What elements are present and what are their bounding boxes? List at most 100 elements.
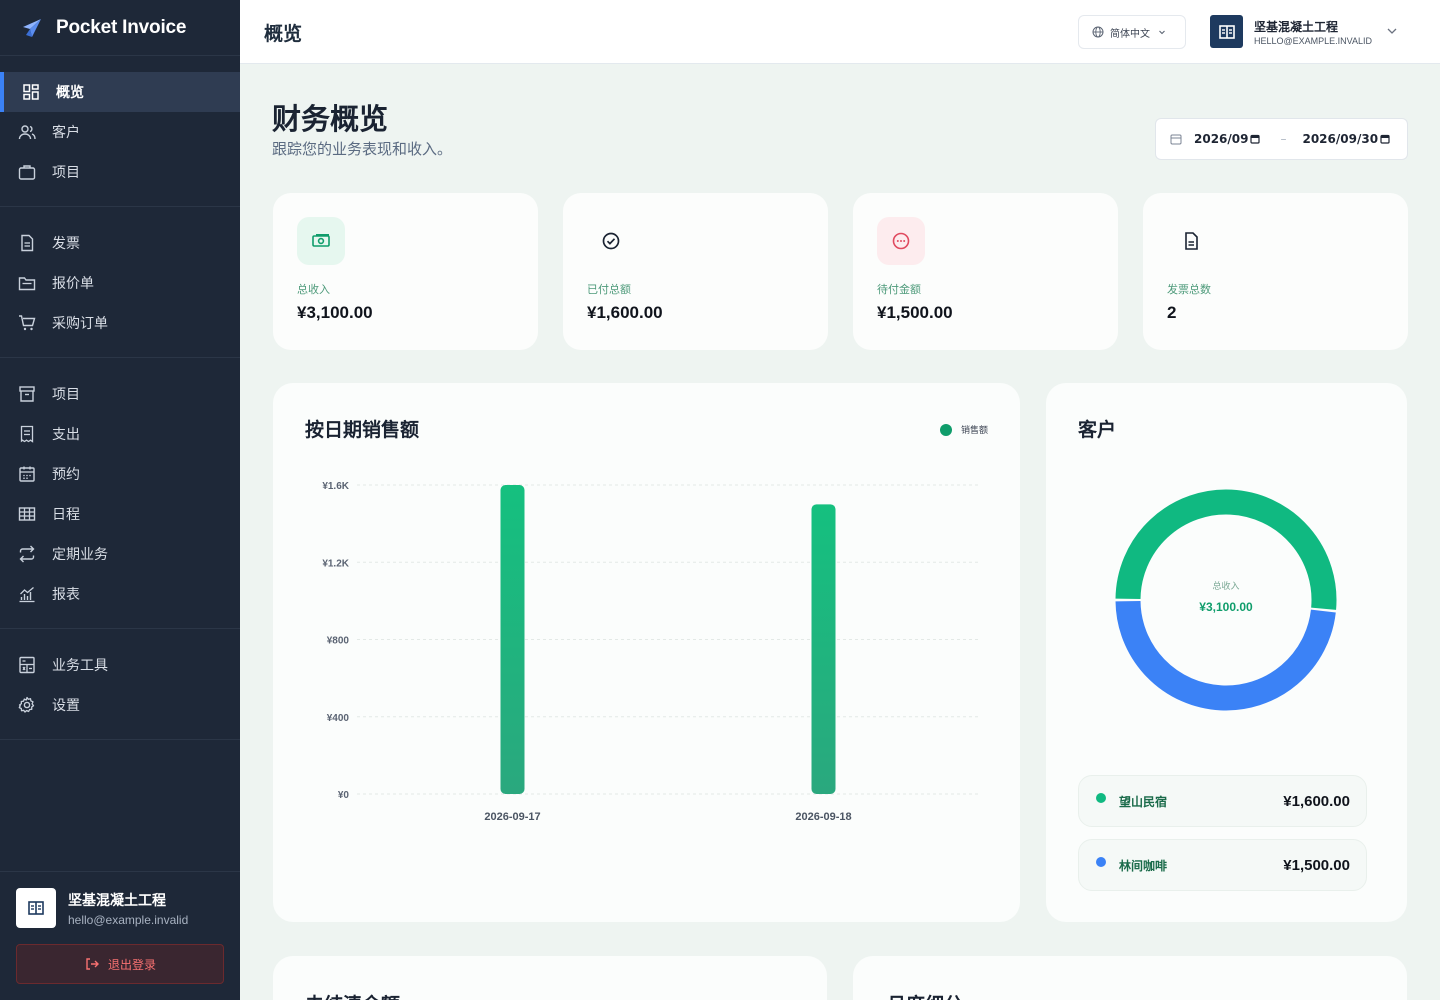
app-name: Pocket Invoice — [56, 16, 187, 38]
sidebar-item[interactable]: 预约 — [0, 454, 240, 494]
chart-icon — [18, 585, 36, 603]
nav-group: 概览客户 项目 — [0, 56, 240, 207]
archive-icon — [18, 385, 36, 403]
nav-group: 业务工具 设置 — [0, 629, 240, 740]
logout-button[interactable]: 退出登录 — [16, 944, 224, 984]
page-header-title: 概览 — [264, 23, 303, 45]
date-range-picker[interactable]: 2026/09 – 2026/09/30 — [1155, 118, 1408, 160]
sidebar-item-label: 项目 — [52, 387, 80, 403]
date-to-input[interactable]: 2026/09/30 — [1302, 132, 1378, 146]
sidebar-user-name: 坚基混凝土工程 — [68, 892, 166, 909]
sidebar-item[interactable]: 报价单 — [0, 263, 240, 303]
repeat-icon — [18, 545, 36, 563]
account-menu[interactable]: 坚基混凝土工程 HELLO@EXAMPLE.INVALID — [1210, 15, 1397, 48]
sidebar-item[interactable]: 日程 — [0, 494, 240, 534]
globe-icon — [1092, 26, 1104, 38]
sidebar-item[interactable]: 概览 — [0, 72, 240, 112]
stat-value: ¥1,600.00 — [587, 303, 663, 322]
check-circle-icon — [587, 217, 635, 265]
y-tick-label: ¥400 — [327, 713, 350, 724]
stat-value: ¥1,500.00 — [877, 303, 953, 322]
outstanding-balance-title: 未结清余额 — [305, 990, 400, 1000]
account-name: 坚基混凝土工程 — [1254, 19, 1339, 34]
customer-color-dot — [1096, 793, 1106, 803]
monthly-breakdown-title: 月度细分 — [887, 990, 963, 1000]
sidebar-item-label: 报价单 — [52, 276, 94, 292]
table-icon — [18, 505, 36, 523]
page-subtitle: 跟踪您的业务表现和收入。 — [272, 140, 453, 158]
calendar-icon[interactable] — [1380, 134, 1390, 144]
customer-amount: ¥1,600.00 — [1283, 792, 1350, 810]
donut-slice[interactable] — [1115, 489, 1337, 610]
customer-row[interactable]: 望山民宿 ¥1,600.00 — [1078, 775, 1367, 827]
stat-card: 总收入 ¥3,100.00 — [273, 193, 538, 350]
cash-icon — [297, 217, 345, 265]
building-icon — [1218, 24, 1235, 39]
paper-plane-icon — [23, 18, 41, 37]
nav-group: 项目支出预约日程定期业务报表 — [0, 358, 240, 629]
customer-name: 林间咖啡 — [1119, 858, 1168, 873]
sidebar-item[interactable]: 业务工具 — [0, 645, 240, 685]
receipt-icon — [18, 425, 36, 443]
sidebar-item-label: 日程 — [52, 507, 80, 523]
sidebar-item-label: 定期业务 — [52, 547, 108, 563]
y-tick-label: ¥800 — [327, 636, 350, 647]
sidebar-nav: 概览 客户 项目 发票 报价单 采购订单 项目 支出 预约 日程 定期业务 报表 业务工具 设置 — [0, 56, 240, 740]
sidebar-item-label: 发票 — [52, 236, 80, 252]
stat-card: 发票总数 2 — [1143, 193, 1408, 350]
stat-label: 总收入 — [297, 283, 330, 296]
donut-slice[interactable] — [1115, 600, 1336, 711]
sidebar-item-label: 支出 — [52, 427, 80, 443]
briefcase-icon — [18, 163, 36, 181]
language-label: 简体中文 — [1110, 28, 1150, 40]
outstanding-balance-panel: 未结清余额 — [273, 956, 827, 1000]
stat-value: ¥3,100.00 — [297, 303, 373, 322]
users-icon — [18, 123, 36, 141]
sidebar-item[interactable]: 项目 — [0, 374, 240, 414]
customer-name: 望山民宿 — [1119, 794, 1168, 809]
sidebar-user-email: hello@example.invalid — [68, 912, 189, 927]
donut-center-value: ¥3,100.00 — [1199, 600, 1253, 614]
calendar-icon — [1170, 134, 1182, 145]
sidebar-item[interactable]: 客户 — [0, 112, 240, 152]
stat-label: 待付金额 — [877, 283, 921, 296]
sales-by-date-panel: 按日期销售额 销售额 ¥0 ¥400 ¥800 ¥1.2K ¥1.6K 2026-09-1… — [273, 383, 1020, 922]
sidebar-item[interactable]: 项目 — [0, 152, 240, 192]
donut-center-label: 总收入 — [1212, 580, 1239, 592]
calendar-icon[interactable] — [1250, 134, 1261, 144]
sidebar-item-label: 预约 — [52, 467, 80, 483]
sidebar-item-label: 概览 — [56, 85, 84, 101]
logout-label: 退出登录 — [107, 957, 156, 972]
x-tick-label: 2026-09-17 — [484, 811, 540, 823]
language-selector[interactable]: 简体中文 — [1078, 15, 1186, 49]
customer-amount: ¥1,500.00 — [1283, 856, 1350, 874]
sales-bar[interactable] — [500, 485, 525, 794]
sidebar-item[interactable]: 支出 — [0, 414, 240, 454]
sidebar-item[interactable]: 发票 — [0, 223, 240, 263]
sidebar-item-label: 采购订单 — [52, 316, 108, 332]
account-avatar — [1210, 15, 1243, 48]
sales-bar[interactable] — [811, 504, 836, 794]
sales-bar-chart: ¥0 ¥400 ¥800 ¥1.2K ¥1.6K 2026-09-17 2026-09-18 — [322, 481, 979, 823]
y-tick-label: ¥1.2K — [322, 558, 349, 569]
x-tick-label: 2026-09-18 — [795, 811, 851, 823]
stat-card: 已付总额 ¥1,600.00 — [563, 193, 828, 350]
date-separator: – — [1280, 132, 1287, 146]
stat-value: 2 — [1167, 303, 1177, 322]
cart-icon — [18, 314, 36, 332]
logout-icon — [86, 958, 99, 970]
nav-group: 发票 报价单 采购订单 — [0, 207, 240, 358]
sidebar-item[interactable]: 设置 — [0, 685, 240, 725]
date-from-input[interactable]: 2026/09 — [1194, 132, 1248, 146]
customer-row[interactable]: 林间咖啡 ¥1,500.00 — [1078, 839, 1367, 891]
sidebar-item[interactable]: 采购订单 — [0, 303, 240, 343]
sidebar-item[interactable]: 定期业务 — [0, 534, 240, 574]
sidebar-user[interactable]: 坚基混凝土工程 hello@example.invalid — [16, 888, 224, 928]
y-tick-label: ¥0 — [338, 790, 350, 801]
chevron-down-icon — [1387, 28, 1397, 34]
brand[interactable]: Pocket Invoice — [0, 0, 240, 56]
sidebar-item[interactable]: 报表 — [0, 574, 240, 614]
chevron-down-icon — [1159, 30, 1165, 35]
building-icon — [28, 901, 44, 915]
calculator-icon — [18, 656, 36, 674]
